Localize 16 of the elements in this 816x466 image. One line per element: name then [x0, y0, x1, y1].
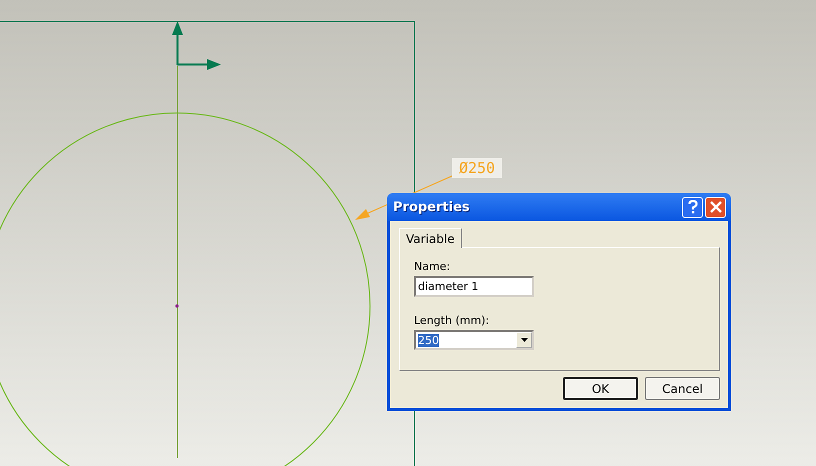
window-title: Properties: [393, 200, 471, 214]
tab[interactable]: Variable: [399, 228, 462, 248]
close-icon: [710, 201, 722, 213]
field-label: Length (mm):: [414, 314, 490, 327]
help-button[interactable]: [682, 196, 703, 218]
field-label: Name:: [414, 260, 450, 273]
name-field[interactable]: diameter 1: [414, 276, 534, 297]
dropdown-value: 250: [418, 334, 439, 346]
center-point: [175, 304, 179, 308]
close-button[interactable]: [705, 196, 726, 218]
dialog-button[interactable]: OK: [563, 377, 638, 400]
dialog-button[interactable]: Cancel: [645, 377, 720, 400]
dropdown-button[interactable]: [516, 332, 532, 348]
question-mark-icon: [688, 200, 698, 214]
caret-icon: [520, 338, 528, 342]
length-dropdown[interactable]: 250: [414, 330, 534, 350]
